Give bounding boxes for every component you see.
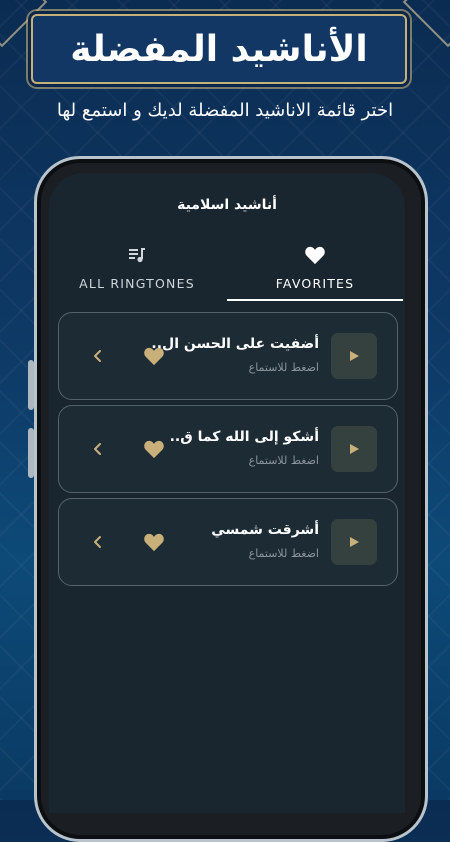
chevron-left-icon[interactable] <box>93 534 103 553</box>
favorite-heart-icon[interactable] <box>143 439 165 463</box>
play-icon <box>350 444 359 454</box>
tab-favorites[interactable]: FAVORITES <box>227 241 403 301</box>
song-subtitle: اضغط للاستماع <box>248 454 319 467</box>
play-button[interactable] <box>331 333 377 379</box>
tab-label: ALL RINGTONES <box>79 276 195 291</box>
playlist-icon <box>49 245 225 265</box>
app-screen: أناشيد اسلامية ALL RINGTONES FAVORITES أ… <box>49 173 405 813</box>
title-banner: الأناشيد المفضلة <box>31 14 407 84</box>
banner-title: الأناشيد المفضلة <box>70 28 368 70</box>
song-card[interactable]: أضفيت على الحسن ال.. اضغط للاستماع <box>58 312 398 400</box>
tab-all-ringtones[interactable]: ALL RINGTONES <box>49 241 225 299</box>
song-title: أشكو إلى الله كما ق.. <box>169 429 319 445</box>
song-title: أضفيت على الحسن ال.. <box>151 336 319 352</box>
play-button[interactable] <box>331 426 377 472</box>
play-icon <box>350 537 359 547</box>
favorite-heart-icon[interactable] <box>143 346 165 370</box>
favorite-heart-icon[interactable] <box>143 532 165 556</box>
song-subtitle: اضغط للاستماع <box>248 547 319 560</box>
song-card[interactable]: أشكو إلى الله كما ق.. اضغط للاستماع <box>58 405 398 493</box>
heart-icon <box>227 245 403 265</box>
chevron-left-icon[interactable] <box>93 441 103 460</box>
song-subtitle: اضغط للاستماع <box>248 361 319 374</box>
song-title: أشرقت شمسي <box>211 522 319 538</box>
play-button[interactable] <box>331 519 377 565</box>
banner-subtitle: اختر قائمة الاناشيد المفضلة لديك و استمع… <box>56 100 394 121</box>
tab-bar: ALL RINGTONES FAVORITES <box>49 241 405 301</box>
app-title: أناشيد اسلامية <box>177 197 277 213</box>
song-card[interactable]: أشرقت شمسي اضغط للاستماع <box>58 498 398 586</box>
chevron-left-icon[interactable] <box>93 348 103 367</box>
play-icon <box>350 351 359 361</box>
tab-label: FAVORITES <box>275 276 355 291</box>
